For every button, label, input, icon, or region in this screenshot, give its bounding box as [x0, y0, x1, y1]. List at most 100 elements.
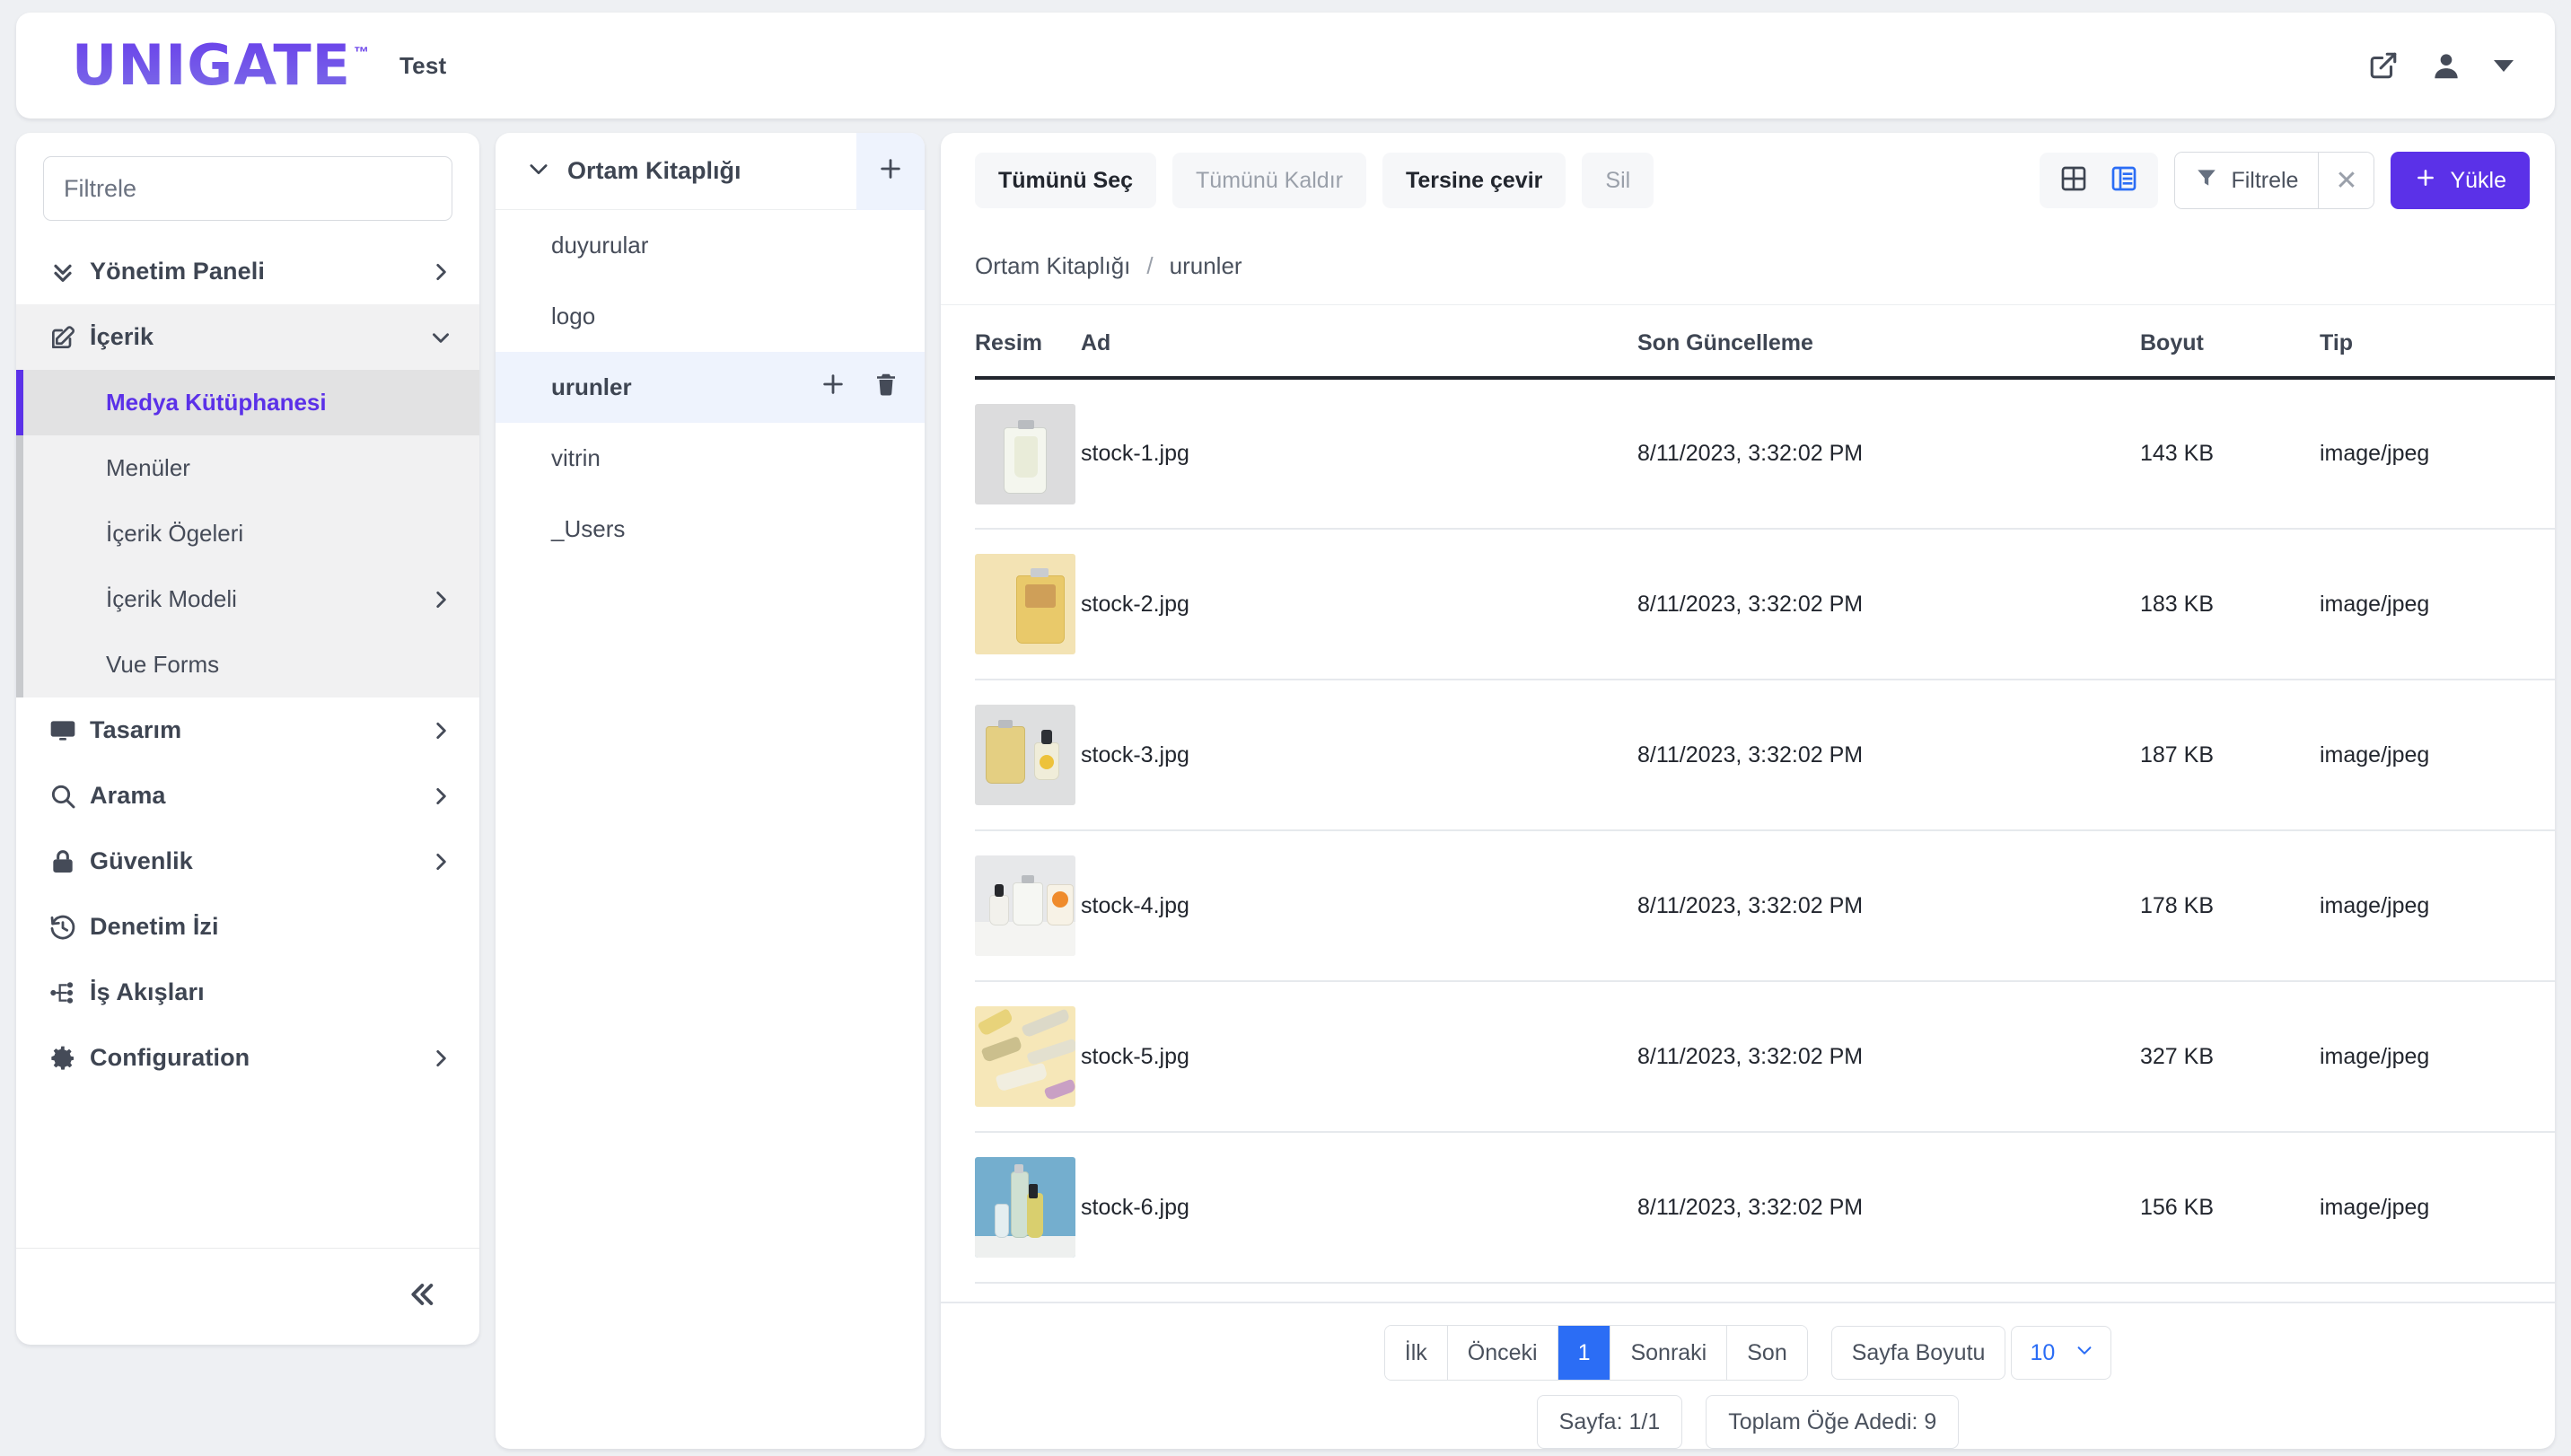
tree-header: Ortam Kitaplığı	[496, 133, 925, 210]
filter-button[interactable]: Filtrele	[2175, 153, 2319, 208]
table-row[interactable]: stock-6.jpg 8/11/2023, 3:32:02 PM 156 KB…	[975, 1132, 2555, 1284]
tree-item-vitrin[interactable]: vitrin	[496, 423, 925, 494]
cell-thumbnail	[975, 1132, 1081, 1284]
trash-icon[interactable]	[873, 371, 899, 404]
brand-logo[interactable]: UNIGATE ™	[72, 38, 369, 93]
breadcrumb-separator: /	[1146, 252, 1154, 279]
cell-updated: 8/11/2023, 3:32:02 PM	[1637, 680, 2140, 831]
grid-view-icon[interactable]	[2059, 164, 2088, 197]
user-icon[interactable]	[2429, 48, 2463, 83]
tree-item-logo[interactable]: logo	[496, 281, 925, 352]
invert-selection-button[interactable]: Tersine çevir	[1382, 153, 1566, 208]
page-info-badge: Sayfa: 1/1	[1536, 1395, 1683, 1449]
table-row[interactable]: stock-1.jpg 8/11/2023, 3:32:02 PM 143 KB…	[975, 378, 2555, 530]
deselect-all-button[interactable]: Tümünü Kaldır	[1172, 153, 1366, 208]
chevron-down-icon	[429, 326, 452, 349]
tree-item-label: logo	[551, 303, 596, 329]
sidebar-item-arama[interactable]: Arama	[16, 763, 479, 829]
pagination-button-group: İlk Önceki 1 Sonraki Son	[1383, 1325, 1808, 1381]
thumbnail-image[interactable]	[975, 705, 1075, 805]
sidebar-item-menuler[interactable]: Menüler	[16, 435, 479, 501]
sidebar-filter-input[interactable]	[43, 156, 452, 221]
cell-size: 143 KB	[2140, 378, 2320, 530]
lock-icon	[48, 847, 90, 876]
tree-item-label: _Users	[551, 515, 626, 542]
environment-label: Test	[399, 51, 447, 79]
external-link-icon[interactable]	[2368, 50, 2399, 81]
page-first-button[interactable]: İlk	[1384, 1326, 1448, 1380]
sidebar-item-vue-forms[interactable]: Vue Forms	[16, 632, 479, 697]
body-layout: Yönetim Paneli İçerik Medya Kütüphane	[16, 133, 2555, 1449]
history-icon	[48, 913, 90, 942]
thumbnail-image[interactable]	[975, 855, 1075, 956]
upload-button-label: Yükle	[2450, 167, 2506, 193]
sidebar-item-icerik-modeli[interactable]: İçerik Modeli	[16, 566, 479, 632]
media-table-body: stock-1.jpg 8/11/2023, 3:32:02 PM 143 KB…	[975, 378, 2555, 1284]
sidebar-item-denetim-izi[interactable]: Denetim İzi	[16, 894, 479, 960]
breadcrumb-root[interactable]: Ortam Kitaplığı	[975, 252, 1130, 280]
page-size-select[interactable]: 10	[2011, 1326, 2112, 1380]
table-row[interactable]: stock-2.jpg 8/11/2023, 3:32:02 PM 183 KB…	[975, 529, 2555, 680]
sidebar-nav: Yönetim Paneli İçerik Medya Kütüphanesi …	[16, 239, 479, 1248]
thumbnail-image[interactable]	[975, 1006, 1075, 1107]
cell-file-name: stock-5.jpg	[1081, 981, 1637, 1133]
sidebar-item-configuration[interactable]: Configuration	[16, 1025, 479, 1091]
breadcrumb: Ortam Kitaplığı / urunler	[941, 228, 2555, 305]
sidebar-item-label: İçerik	[90, 323, 154, 350]
pagination-controls-row: İlk Önceki 1 Sonraki Son Sayfa Boyutu 10	[1383, 1325, 2112, 1381]
cell-size: 187 KB	[2140, 680, 2320, 831]
sidebar-item-icerik[interactable]: İçerik	[16, 304, 479, 370]
table-row[interactable]: stock-3.jpg 8/11/2023, 3:32:02 PM 187 KB…	[975, 680, 2555, 831]
sidebar-item-guvenlik[interactable]: Güvenlik	[16, 829, 479, 894]
cell-updated: 8/11/2023, 3:32:02 PM	[1637, 378, 2140, 530]
tree-item-urunler[interactable]: urunler	[496, 352, 925, 423]
media-table-head: Resim Ad Son Güncelleme Boyut Tip	[975, 305, 2555, 380]
thumbnail-image[interactable]	[975, 403, 1075, 504]
sidebar-item-label: Configuration	[90, 1044, 250, 1071]
total-items-badge: Toplam Öğe Adedi: 9	[1706, 1395, 1960, 1449]
sidebar-item-label: Yönetim Paneli	[90, 258, 265, 285]
select-all-button[interactable]: Tümünü Seç	[975, 153, 1157, 208]
sidebar-item-yonetim-paneli[interactable]: Yönetim Paneli	[16, 239, 479, 304]
chevron-right-icon	[429, 260, 452, 284]
sidebar-item-tasarim[interactable]: Tasarım	[16, 697, 479, 763]
breadcrumb-current[interactable]: urunler	[1170, 252, 1242, 280]
sidebar-item-medya-kutuphanesi[interactable]: Medya Kütüphanesi	[16, 370, 479, 435]
chevron-right-icon	[429, 1047, 452, 1070]
thumbnail-image[interactable]	[975, 554, 1075, 654]
cell-thumbnail	[975, 830, 1081, 982]
chevron-down-icon	[2075, 1340, 2094, 1366]
cell-size: 156 KB	[2140, 1132, 2320, 1284]
delete-button[interactable]: Sil	[1582, 153, 1654, 208]
cell-updated: 8/11/2023, 3:32:02 PM	[1637, 981, 2140, 1133]
pagination-info-row: Sayfa: 1/1 Toplam Öğe Adedi: 9	[1536, 1395, 1960, 1449]
chevron-down-icon[interactable]	[2494, 59, 2514, 72]
cell-size: 327 KB	[2140, 981, 2320, 1133]
tree-root-toggle[interactable]: Ortam Kitaplığı	[496, 156, 856, 186]
cell-file-name: stock-6.jpg	[1081, 1132, 1637, 1284]
sidebar-subitem-label: Medya Kütüphanesi	[106, 389, 327, 416]
thumbnail-image[interactable]	[975, 1157, 1075, 1258]
page-prev-button[interactable]: Önceki	[1447, 1326, 1558, 1380]
page-next-button[interactable]: Sonraki	[1610, 1326, 1728, 1380]
table-row[interactable]: stock-4.jpg 8/11/2023, 3:32:02 PM 178 KB…	[975, 830, 2555, 982]
cell-size: 178 KB	[2140, 830, 2320, 982]
tree-root-label: Ortam Kitaplığı	[567, 157, 741, 184]
double-chevron-left-icon[interactable]	[406, 1276, 442, 1317]
column-header-tip: Tip	[2320, 305, 2555, 380]
sidebar-item-is-akislari[interactable]: İş Akışları	[16, 960, 479, 1025]
tree-item-users[interactable]: _Users	[496, 494, 925, 565]
close-icon[interactable]: ✕	[2318, 153, 2374, 208]
table-row[interactable]: stock-5.jpg 8/11/2023, 3:32:02 PM 327 KB…	[975, 981, 2555, 1133]
page-last-button[interactable]: Son	[1727, 1326, 1807, 1380]
edit-pencil-icon	[48, 323, 90, 352]
cell-updated: 8/11/2023, 3:32:02 PM	[1637, 1132, 2140, 1284]
upload-button[interactable]: Yükle	[2391, 152, 2530, 209]
page-number-button[interactable]: 1	[1558, 1326, 1611, 1380]
plus-icon[interactable]	[819, 370, 847, 405]
page-size-control: Sayfa Boyutu 10	[1830, 1326, 2112, 1380]
list-view-icon[interactable]	[2110, 164, 2138, 197]
tree-item-duyurular[interactable]: duyurular	[496, 210, 925, 281]
tree-add-root-button[interactable]	[856, 133, 925, 210]
sidebar-item-icerik-ogeleri[interactable]: İçerik Ögeleri	[16, 501, 479, 566]
